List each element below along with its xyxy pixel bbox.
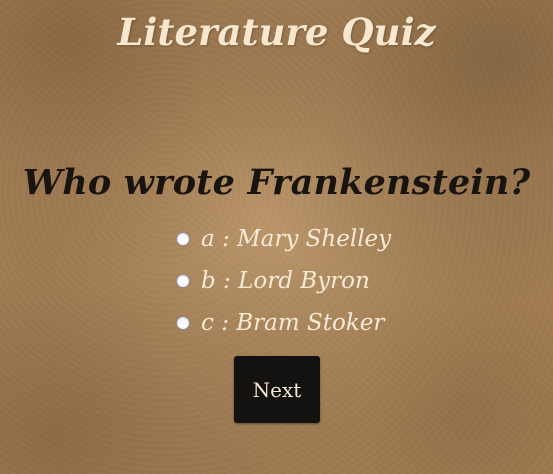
answer-separator-a: :	[214, 226, 238, 252]
answer-separator-b: :	[215, 268, 239, 294]
answer-label-a[interactable]: a : Mary Shelley	[201, 226, 391, 252]
answer-option-b[interactable]: b : Lord Byron	[176, 260, 391, 302]
answer-text-b: Lord Byron	[238, 268, 370, 294]
answer-letter-c: c	[201, 310, 214, 336]
question-text: Who wrote Frankenstein?	[22, 162, 531, 203]
answer-option-a[interactable]: a : Mary Shelley	[176, 218, 391, 260]
answer-label-c[interactable]: c : Bram Stoker	[201, 310, 384, 336]
answer-text-c: Bram Stoker	[236, 310, 385, 336]
radio-button-b[interactable]	[176, 274, 190, 288]
next-button[interactable]: Next	[234, 356, 320, 423]
answer-label-b[interactable]: b : Lord Byron	[201, 268, 370, 294]
answer-separator-c: :	[213, 310, 237, 336]
radio-button-c[interactable]	[176, 316, 190, 330]
radio-button-a[interactable]	[176, 232, 190, 246]
answer-list: a : Mary Shelley b : Lord Byron c : Bram…	[176, 218, 391, 344]
answer-text-a: Mary Shelley	[237, 226, 392, 252]
quiz-title: Literature Quiz	[117, 10, 436, 54]
answer-letter-b: b	[201, 268, 216, 294]
answer-option-c[interactable]: c : Bram Stoker	[176, 302, 391, 344]
answer-letter-a: a	[201, 226, 215, 252]
